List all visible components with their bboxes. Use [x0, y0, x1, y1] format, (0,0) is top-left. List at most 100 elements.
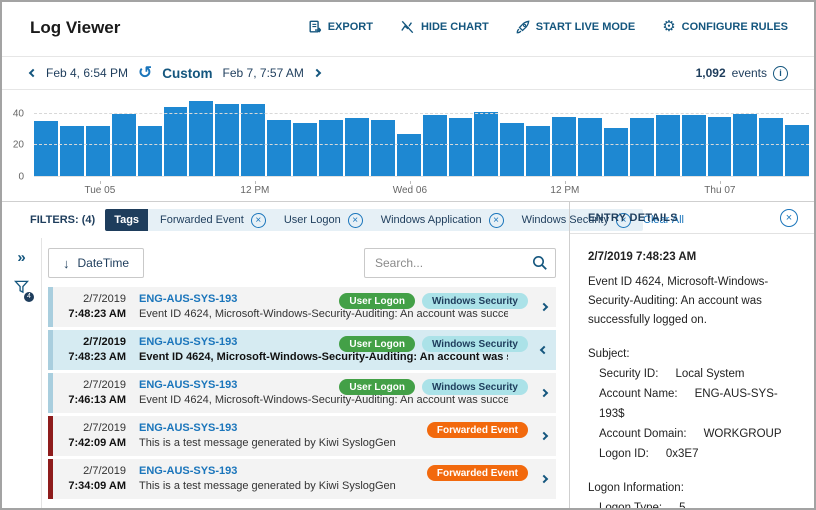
export-button[interactable]: EXPORT	[308, 20, 373, 34]
histogram-bar[interactable]	[241, 104, 265, 176]
detail-section-logon-information: Logon Information: Logon Type:5 Restrict…	[588, 478, 798, 508]
search-box	[364, 248, 556, 278]
histogram-bar[interactable]	[371, 120, 395, 176]
list-toolbar: ↓ DateTime	[48, 248, 556, 278]
log-row-2-selected[interactable]: 2/7/2019 7:48:23 AM ENG-AUS-SYS-193 Even…	[48, 330, 556, 370]
entry-details-header: ENTRY DETAILS ×	[570, 202, 814, 234]
histogram-bar[interactable]	[630, 118, 654, 176]
detail-label: Account Domain:	[599, 428, 687, 440]
detail-value: Local System	[675, 368, 744, 380]
start-live-mode-button[interactable]: START LIVE MODE	[516, 20, 635, 34]
sort-datetime-button[interactable]: ↓ DateTime	[48, 248, 144, 278]
info-icon[interactable]: i	[773, 66, 788, 81]
x-axis-tick	[565, 181, 566, 184]
histogram-bar[interactable]	[500, 123, 524, 176]
range-next-chevron-icon[interactable]	[313, 69, 321, 77]
remove-filter-icon[interactable]: ×	[489, 213, 504, 228]
tag-windows-security[interactable]: Windows Security	[422, 336, 528, 352]
lower-section: FILTERS: (4) Tags Forwarded Event × User…	[2, 201, 814, 508]
configure-rules-button[interactable]: ⚙ CONFIGURE RULES	[662, 20, 788, 34]
tag-windows-security[interactable]: Windows Security	[422, 293, 528, 309]
page-title: Log Viewer	[30, 18, 120, 38]
histogram-bar[interactable]	[552, 117, 576, 176]
histogram-bar[interactable]	[86, 126, 110, 176]
tag-forwarded-event[interactable]: Forwarded Event	[427, 465, 528, 481]
filters-label: FILTERS: (4)	[30, 214, 95, 226]
log-list-body: ↓ DateTime 2/7/2019	[42, 238, 569, 508]
histogram-bar[interactable]	[138, 126, 162, 176]
histogram-bar[interactable]	[60, 126, 84, 176]
hide-chart-button[interactable]: HIDE CHART	[400, 20, 489, 34]
row-expand[interactable]	[532, 416, 556, 456]
filter-chip-windows-application[interactable]: Windows Application ×	[381, 213, 504, 228]
log-list-column: FILTERS: (4) Tags Forwarded Event × User…	[2, 202, 569, 508]
row-time: 7:42:09 AM	[53, 436, 126, 451]
histogram-bar[interactable]	[423, 115, 447, 176]
tags-filter-group-badge[interactable]: Tags	[105, 209, 148, 231]
histogram-bar[interactable]	[34, 121, 58, 176]
row-expand[interactable]	[532, 459, 556, 499]
row-expand[interactable]	[532, 287, 556, 327]
histogram-bar[interactable]	[449, 118, 473, 176]
gridline	[34, 113, 809, 114]
filter-funnel-icon[interactable]: 4	[14, 280, 29, 299]
histogram-bar[interactable]	[526, 126, 550, 176]
history-icon[interactable]: ↺	[138, 66, 152, 80]
range-prev-chevron-icon[interactable]	[29, 69, 37, 77]
histogram-bar[interactable]	[785, 125, 809, 176]
entry-details-panel: ENTRY DETAILS × 2/7/2019 7:48:23 AM Even…	[569, 202, 814, 508]
y-axis-label: 0	[18, 172, 24, 183]
close-icon[interactable]: ×	[780, 209, 798, 227]
tag-user-logon[interactable]: User Logon	[339, 293, 415, 309]
range-mode-label[interactable]: Custom	[162, 66, 212, 81]
rocket-icon	[516, 20, 530, 34]
export-label: EXPORT	[328, 21, 373, 33]
detail-timestamp: 2/7/2019 7:48:23 AM	[588, 247, 798, 267]
search-icon[interactable]	[532, 255, 548, 276]
chevron-right-icon	[540, 475, 548, 483]
row-expand[interactable]	[532, 373, 556, 413]
histogram-bar[interactable]	[215, 104, 239, 176]
row-collapse[interactable]	[532, 330, 556, 370]
log-row-3[interactable]: 2/7/2019 7:46:13 AM ENG-AUS-SYS-193 Even…	[48, 373, 556, 413]
filter-chip-forwarded-event[interactable]: Forwarded Event ×	[160, 213, 266, 228]
list-side-rail: » 4	[2, 238, 42, 508]
tag-user-logon[interactable]: User Logon	[339, 336, 415, 352]
expand-panel-icon[interactable]: »	[17, 252, 25, 264]
entry-details-title: ENTRY DETAILS	[588, 212, 678, 224]
histogram-bar[interactable]	[397, 134, 421, 176]
x-axis-label: Wed 06	[393, 185, 427, 196]
histogram-bar[interactable]	[319, 120, 343, 176]
histogram-bar[interactable]	[604, 128, 628, 176]
log-row-5[interactable]: 2/7/2019 7:34:09 AM ENG-AUS-SYS-193 This…	[48, 459, 556, 499]
log-row-4[interactable]: 2/7/2019 7:42:09 AM ENG-AUS-SYS-193 This…	[48, 416, 556, 456]
hide-chart-icon	[400, 20, 415, 34]
detail-value: 5	[679, 502, 685, 508]
funnel-filter-count-badge: 4	[24, 292, 34, 302]
histogram-bar[interactable]	[759, 118, 783, 176]
histogram-bar[interactable]	[682, 115, 706, 176]
filter-chip-user-logon[interactable]: User Logon ×	[284, 213, 363, 228]
log-row-1[interactable]: 2/7/2019 7:48:23 AM ENG-AUS-SYS-193 Even…	[48, 287, 556, 327]
row-date: 2/7/2019	[53, 335, 126, 350]
tag-windows-security[interactable]: Windows Security	[422, 379, 528, 395]
histogram-bar[interactable]	[578, 118, 602, 176]
tag-user-logon[interactable]: User Logon	[339, 379, 415, 395]
histogram-bar[interactable]	[708, 117, 732, 176]
x-axis-label: 12 PM	[550, 185, 579, 196]
histogram-bar[interactable]	[164, 107, 188, 176]
row-date: 2/7/2019	[53, 464, 126, 479]
search-input[interactable]	[364, 248, 556, 278]
histogram-bar[interactable]	[345, 118, 369, 176]
detail-item: Logon ID:0x3E7	[588, 444, 798, 464]
log-viewer-window: Log Viewer EXPORT HIDE CHART START LIVE …	[0, 0, 816, 510]
filter-chip-label: User Logon	[284, 214, 341, 226]
histogram-bar[interactable]	[293, 123, 317, 176]
x-axis-tick	[100, 181, 101, 184]
histogram-bar[interactable]	[656, 115, 680, 176]
histogram-bar[interactable]	[267, 120, 291, 176]
row-datetime: 2/7/2019 7:34:09 AM	[53, 459, 133, 499]
remove-filter-icon[interactable]: ×	[348, 213, 363, 228]
tag-forwarded-event[interactable]: Forwarded Event	[427, 422, 528, 438]
remove-filter-icon[interactable]: ×	[251, 213, 266, 228]
